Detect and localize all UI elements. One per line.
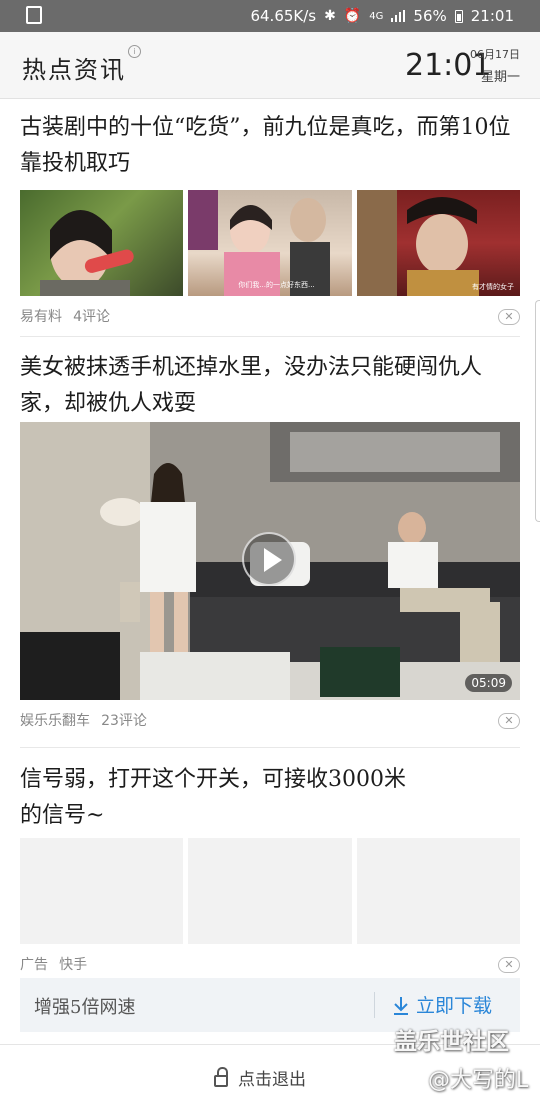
header-weekday: 星期一 bbox=[481, 70, 521, 85]
news-item-1[interactable]: 古装剧中的十位“吃货”，前九位是真吃，而第10位靠投机取巧 你们我...的一点好… bbox=[20, 110, 520, 326]
signal-icon bbox=[391, 10, 406, 22]
thumbnail-caption: 你们我...的一点好东西... bbox=[238, 281, 315, 289]
info-icon[interactable]: i bbox=[128, 45, 141, 58]
ad-image-placeholder[interactable] bbox=[20, 838, 184, 944]
alarm-icon: ⏰ bbox=[343, 8, 362, 24]
exit-button[interactable]: 点击退出 bbox=[214, 1065, 306, 1090]
video-player[interactable]: 05:09 bbox=[20, 422, 520, 700]
ad-meta: 广告 快手 ✕ bbox=[20, 954, 520, 974]
bluetooth-icon: ✱ bbox=[324, 8, 336, 24]
divider bbox=[20, 747, 520, 748]
network-speed: 64.65K/s bbox=[250, 7, 317, 25]
lock-icon bbox=[214, 1066, 228, 1087]
download-label: 立即下载 bbox=[416, 995, 493, 1017]
news-title[interactable]: 美女被抹透手机还掉水里，没办法只能硬闯仇人家，却被仇人戏耍 bbox=[20, 350, 520, 422]
ad-title[interactable]: 信号弱，打开这个开关，可接收3000米的信号~ bbox=[20, 762, 420, 834]
status-time: 21:01 bbox=[470, 7, 514, 25]
play-button[interactable] bbox=[242, 532, 296, 586]
ad-source: 快手 bbox=[59, 957, 88, 973]
app-header: 热点资讯 i 21:01 06月17日 星期一 bbox=[0, 32, 540, 99]
battery-icon bbox=[454, 9, 463, 23]
download-icon bbox=[394, 996, 408, 1015]
news-meta: 娱乐乐翻车 23评论 ✕ bbox=[20, 710, 520, 730]
divider bbox=[374, 992, 375, 1018]
ad-image-placeholder[interactable] bbox=[188, 838, 352, 944]
watermark-community: 盖乐世社区 bbox=[394, 1029, 509, 1055]
news-source: 娱乐乐翻车 bbox=[20, 713, 90, 729]
news-source: 易有料 bbox=[20, 309, 62, 325]
status-bar: 64.65K/s ✱ ⏰ 4G 56% 21:01 bbox=[0, 0, 540, 32]
thumbnail-art bbox=[356, 190, 479, 296]
page-title: 热点资讯 bbox=[22, 56, 126, 84]
download-button[interactable]: 立即下载 bbox=[392, 991, 492, 1018]
scroll-indicator bbox=[535, 300, 540, 522]
ad-image-row bbox=[20, 838, 520, 944]
exit-label: 点击退出 bbox=[238, 1070, 306, 1090]
dismiss-close-icon[interactable]: ✕ bbox=[498, 957, 520, 973]
comment-count: 4评论 bbox=[73, 309, 111, 325]
battery-percent: 56% bbox=[413, 7, 447, 25]
news-title[interactable]: 古装剧中的十位“吃货”，前九位是真吃，而第10位靠投机取巧 bbox=[20, 110, 520, 182]
header-date: 06月17日 bbox=[470, 48, 520, 61]
divider bbox=[20, 336, 520, 337]
news-item-2[interactable]: 美女被抹透手机还掉水里，没办法只能硬闯仇人家，却被仇人戏耍 05:09 娱乐乐翻… bbox=[20, 350, 520, 730]
thumbnail-image[interactable] bbox=[20, 190, 184, 296]
comment-count: 23评论 bbox=[101, 713, 147, 729]
network-type: 4G bbox=[369, 10, 384, 22]
thumbnail-image[interactable]: 有才情的女子 bbox=[356, 190, 520, 296]
thumbnail-image[interactable]: 你们我...的一点好东西... bbox=[188, 190, 352, 296]
dismiss-close-icon[interactable]: ✕ bbox=[498, 713, 520, 729]
ad-label: 广告 bbox=[20, 957, 48, 973]
ad-image-placeholder[interactable] bbox=[356, 838, 520, 944]
dismiss-close-icon[interactable]: ✕ bbox=[498, 309, 520, 325]
gallery-notification-icon bbox=[26, 6, 42, 24]
ad-download-text: 增强5倍网速 bbox=[34, 997, 136, 1018]
thumbnail-row: 你们我...的一点好东西... 有才情的女子 bbox=[20, 190, 520, 296]
ad-item[interactable]: 信号弱，打开这个开关，可接收3000米的信号~ 广告 快手 ✕ bbox=[20, 762, 520, 974]
news-meta: 易有料 4评论 ✕ bbox=[20, 306, 520, 326]
thumbnail-art bbox=[40, 210, 134, 296]
watermark-user: @大写的L bbox=[428, 1068, 529, 1093]
thumbnail-caption: 有才情的女子 bbox=[471, 283, 514, 291]
video-duration: 05:09 bbox=[465, 674, 512, 692]
